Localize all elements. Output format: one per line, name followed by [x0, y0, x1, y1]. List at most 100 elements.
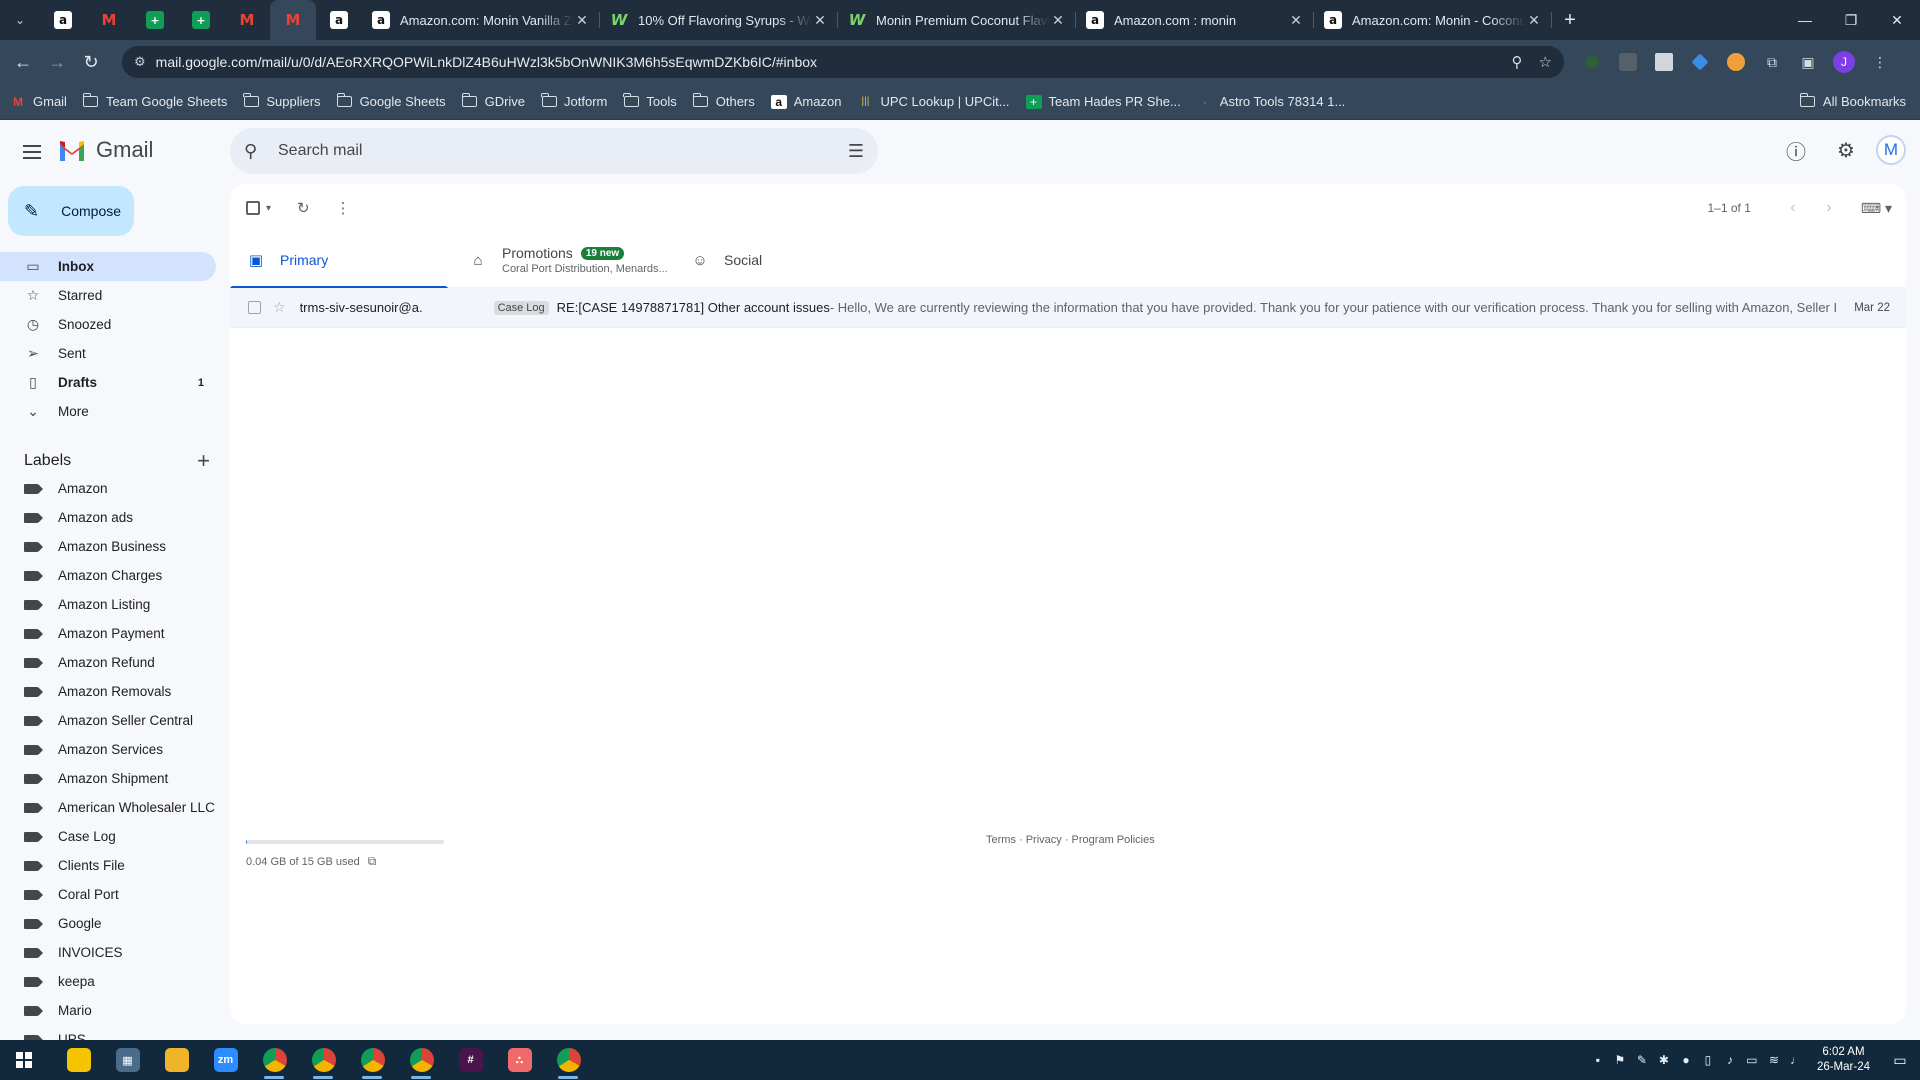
notifications-icon[interactable]: ▭	[1880, 1052, 1920, 1069]
gmail-logo[interactable]: Gmail	[58, 137, 153, 163]
help-icon[interactable]: ⓘ	[1776, 130, 1816, 170]
taskbar-app-file-explorer[interactable]	[152, 1040, 201, 1080]
bookmark-item[interactable]: · Astro Tools 78314 1...	[1197, 94, 1346, 109]
zoom-icon[interactable]: ⚲	[1512, 53, 1523, 71]
site-info-icon[interactable]: ⚙	[134, 54, 146, 70]
browser-tab[interactable]: W Monin Premium Coconut Flavo ✕	[838, 0, 1076, 40]
tab-title[interactable]: Monin Premium Coconut Flavo	[876, 13, 1050, 28]
taskbar-app-slack[interactable]: #	[446, 1040, 495, 1080]
pinned-tab-amazon[interactable]: a	[316, 0, 362, 40]
external-link-icon[interactable]: ⧉	[368, 854, 377, 869]
email-row[interactable]: ☆ trms-siv-sesunoir@a. Case Log RE:[CASE…	[230, 288, 1906, 328]
bookmark-item[interactable]: M Gmail	[10, 94, 67, 109]
new-tab-button[interactable]: +	[1552, 0, 1588, 40]
account-avatar[interactable]: M	[1876, 135, 1906, 165]
select-dropdown-icon[interactable]: ▾	[266, 203, 271, 214]
bookmark-item[interactable]: ||| UPC Lookup | UPCit...	[857, 94, 1010, 109]
main-menu-icon[interactable]	[20, 140, 44, 164]
start-button[interactable]	[0, 1040, 48, 1080]
close-tab-icon[interactable]: ✕	[1288, 12, 1304, 29]
extension-icon[interactable]	[1682, 46, 1718, 78]
sidebar-item-more[interactable]: ⌄ More	[0, 397, 216, 426]
tab-title[interactable]: Amazon.com: Monin - Coconut	[1352, 13, 1526, 28]
label-item[interactable]: Google	[0, 909, 216, 938]
bluetooth-icon[interactable]: ✱	[1653, 1053, 1675, 1067]
microphone-icon[interactable]: ♩	[1785, 1053, 1807, 1067]
browser-tab[interactable]: W 10% Off Flavoring Syrups - Web ✕	[600, 0, 838, 40]
minimize-icon[interactable]: —	[1782, 0, 1828, 40]
search-bar[interactable]: ⚲ ☰	[230, 128, 878, 174]
pinned-tab-sheets[interactable]: +	[132, 0, 178, 40]
browser-tab[interactable]: a Amazon.com : monin ✕	[1076, 0, 1314, 40]
side-panel-icon[interactable]: ▣	[1790, 46, 1826, 78]
network-tray-icon[interactable]: ⚑	[1609, 1053, 1631, 1067]
all-bookmarks-button[interactable]: All Bookmarks	[1799, 93, 1906, 109]
label-item[interactable]: Amazon Charges	[0, 561, 216, 590]
bookmark-item[interactable]: Team Google Sheets	[82, 93, 227, 109]
refresh-icon[interactable]: ↻	[297, 199, 310, 217]
older-page-icon[interactable]: ›	[1811, 199, 1847, 217]
tab-social[interactable]: ☺ Social	[674, 232, 896, 288]
taskbar-app-chrome[interactable]	[397, 1040, 446, 1080]
close-window-icon[interactable]: ✕	[1874, 0, 1920, 40]
clock[interactable]: 6:02 AM 26-Mar-24	[1817, 1045, 1870, 1075]
newer-page-icon[interactable]: ‹	[1775, 199, 1811, 217]
close-tab-icon[interactable]: ✕	[574, 12, 590, 29]
label-item[interactable]: Amazon Listing	[0, 590, 216, 619]
label-item[interactable]: Amazon Services	[0, 735, 216, 764]
pinned-tab-sheets[interactable]: +	[178, 0, 224, 40]
label-item[interactable]: Amazon Seller Central	[0, 706, 216, 735]
label-item[interactable]: American Wholesaler LLC	[0, 793, 216, 822]
bookmark-item[interactable]: Others	[692, 93, 755, 109]
add-label-icon[interactable]: +	[197, 448, 210, 474]
extension-off-icon[interactable]	[1610, 46, 1646, 78]
pen-icon[interactable]: ✎	[1631, 1053, 1653, 1067]
close-tab-icon[interactable]: ✕	[1050, 12, 1066, 29]
footer-links[interactable]: Terms · Privacy · Program Policies	[986, 834, 1155, 846]
sidebar-item-starred[interactable]: ☆ Starred	[0, 281, 216, 310]
email-snippet[interactable]: - Hello, We are currently reviewing the …	[830, 300, 1836, 315]
taskbar-app-calculator[interactable]: ▦	[103, 1040, 152, 1080]
battery-icon[interactable]: ▯	[1697, 1053, 1719, 1067]
star-icon[interactable]: ☆	[273, 299, 286, 316]
taskbar-app-chrome[interactable]	[348, 1040, 397, 1080]
email-checkbox[interactable]	[248, 301, 261, 314]
label-item[interactable]: Amazon Refund	[0, 648, 216, 677]
profile-avatar[interactable]: J	[1833, 51, 1855, 73]
profile-icon[interactable]: J	[1826, 46, 1862, 78]
search-options-icon[interactable]: ☰	[848, 141, 864, 162]
tab-primary[interactable]: ▣ Primary	[230, 232, 452, 289]
label-item[interactable]: Coral Port	[0, 880, 216, 909]
back-icon[interactable]: ←	[6, 45, 40, 79]
pinned-tab-amazon[interactable]: a	[40, 0, 86, 40]
pinned-tab-gmail[interactable]: M	[224, 0, 270, 40]
tab-title[interactable]: Amazon.com : monin	[1114, 13, 1288, 28]
taskbar-app-zoom[interactable]: zm	[201, 1040, 250, 1080]
label-item[interactable]: UPS	[0, 1025, 216, 1040]
close-tab-icon[interactable]: ✕	[812, 12, 828, 29]
extensions-puzzle-icon[interactable]: ⧉	[1754, 46, 1790, 78]
display-icon[interactable]: ▭	[1741, 1053, 1763, 1067]
label-item[interactable]: Clients File	[0, 851, 216, 880]
zoom-tray-icon[interactable]: ●	[1675, 1053, 1697, 1067]
compose-button[interactable]: ✎ Compose	[8, 186, 134, 236]
label-item[interactable]: Amazon ads	[0, 503, 216, 532]
bookmark-item[interactable]: a Amazon	[770, 94, 841, 109]
extension-icon[interactable]	[1574, 46, 1610, 78]
url-text[interactable]: mail.google.com/mail/u/0/d/AEoRXRQOPWiLn…	[156, 54, 1496, 70]
label-item[interactable]: Amazon Business	[0, 532, 216, 561]
tab-search-button[interactable]: ⌄	[6, 6, 34, 34]
bookmark-item[interactable]: Suppliers	[243, 93, 321, 109]
label-item[interactable]: Amazon Payment	[0, 619, 216, 648]
label-item[interactable]: INVOICES	[0, 938, 216, 967]
pinned-tab-gmail[interactable]: M	[270, 0, 316, 40]
label-item[interactable]: Amazon Removals	[0, 677, 216, 706]
forward-icon[interactable]: →	[40, 45, 74, 79]
bookmark-star-icon[interactable]: ☆	[1539, 53, 1552, 71]
settings-gear-icon[interactable]: ⚙	[1826, 130, 1866, 170]
email-subject[interactable]: RE:[CASE 14978871781] Other account issu…	[557, 300, 830, 315]
taskbar-app-chrome[interactable]	[299, 1040, 348, 1080]
label-item[interactable]: Mario	[0, 996, 216, 1025]
close-tab-icon[interactable]: ✕	[1526, 12, 1542, 29]
label-item[interactable]: keepa	[0, 967, 216, 996]
